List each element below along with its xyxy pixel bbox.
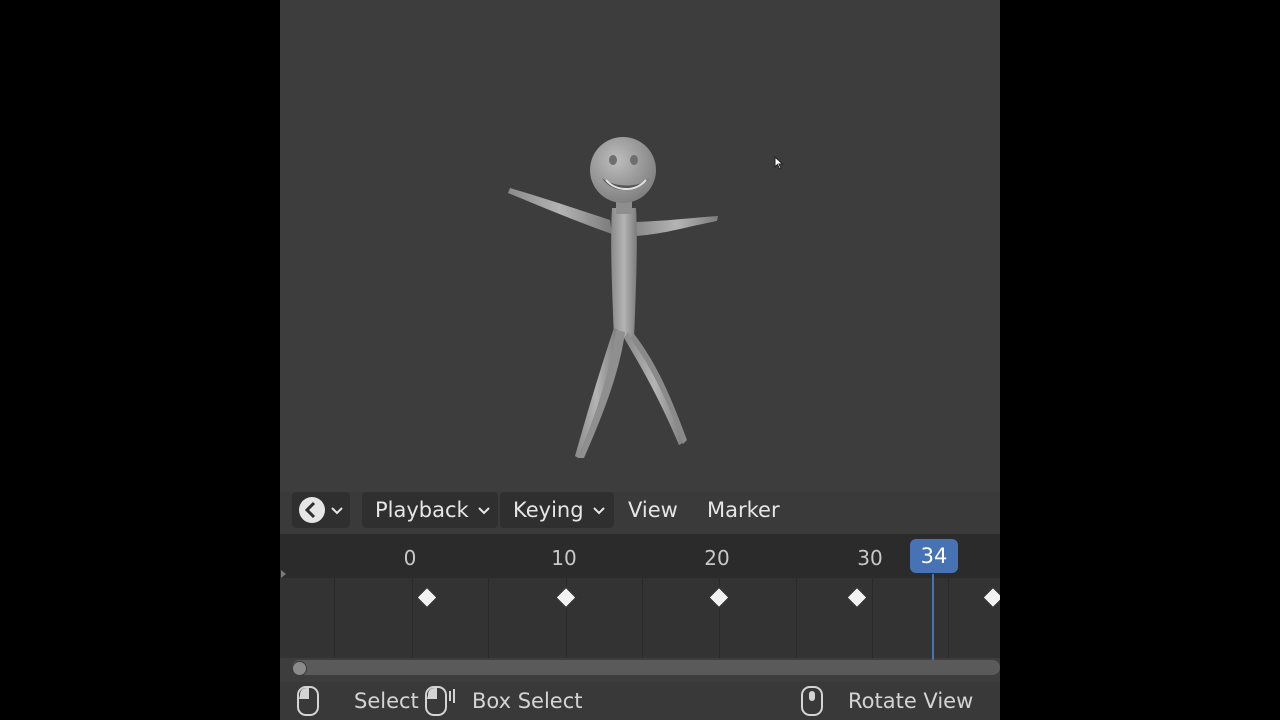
keyframe-diamond[interactable] — [708, 586, 730, 609]
clock-icon — [299, 497, 325, 523]
keyframe-diamond[interactable] — [416, 586, 438, 609]
status-rotate-view: Rotate View — [800, 682, 973, 720]
mouse-drag-icon — [425, 686, 455, 716]
frame-tick-label: 0 — [403, 546, 417, 570]
editor-type-dropdown[interactable] — [292, 492, 350, 528]
current-frame-indicator[interactable]: 34 — [910, 539, 958, 573]
status-box-select: Box Select — [424, 682, 583, 720]
playback-label: Playback — [375, 498, 469, 522]
timeline-header: Playback Keying View Marker — [280, 492, 1000, 534]
grid-line — [488, 578, 489, 658]
view-menu[interactable]: View — [628, 492, 678, 528]
mouse-cursor-icon — [774, 156, 784, 170]
playback-menu[interactable]: Playback — [362, 492, 498, 528]
grid-line — [872, 578, 873, 658]
blender-window: Playback Keying View Marker 0 10 20 30 3… — [280, 0, 1000, 720]
grid-line — [796, 578, 797, 658]
chevron-down-icon — [477, 507, 490, 515]
chevron-down-icon — [592, 507, 605, 515]
mouse-middle-button-icon — [801, 686, 823, 716]
scrollbar-handle[interactable] — [292, 661, 307, 676]
frame-tick-label: 30 — [857, 546, 883, 570]
timeline-scrollbar[interactable] — [292, 660, 1000, 675]
3d-viewport[interactable] — [280, 0, 1000, 492]
mouse-left-button-icon — [297, 686, 319, 716]
status-bar: Select Box Select Rotate View — [280, 682, 1000, 720]
frame-tick-label: 10 — [551, 546, 577, 570]
stick-figure-model[interactable] — [280, 0, 1000, 492]
status-select: Select — [296, 682, 419, 720]
keyframe-track-area[interactable] — [280, 578, 1000, 658]
grid-line — [412, 578, 413, 658]
keyframe-diamond[interactable] — [555, 586, 577, 609]
grid-line — [948, 578, 949, 658]
chevron-down-icon — [331, 507, 343, 515]
marker-menu[interactable]: Marker — [707, 492, 780, 528]
frame-ruler[interactable]: 0 10 20 30 34 — [280, 534, 1000, 578]
keyframe-diamond[interactable] — [846, 586, 868, 609]
view-label: View — [628, 498, 678, 522]
rotate-view-label: Rotate View — [848, 689, 974, 713]
marker-label: Marker — [707, 498, 780, 522]
keyframe-diamond[interactable] — [982, 586, 1000, 609]
keying-menu[interactable]: Keying — [500, 492, 614, 528]
keying-label: Keying — [513, 498, 584, 522]
select-label: Select — [354, 689, 419, 713]
grid-line — [334, 578, 335, 658]
frame-tick-label: 20 — [704, 546, 730, 570]
playhead-line[interactable] — [932, 574, 934, 660]
box-select-label: Box Select — [472, 689, 583, 713]
grid-line — [642, 578, 643, 658]
